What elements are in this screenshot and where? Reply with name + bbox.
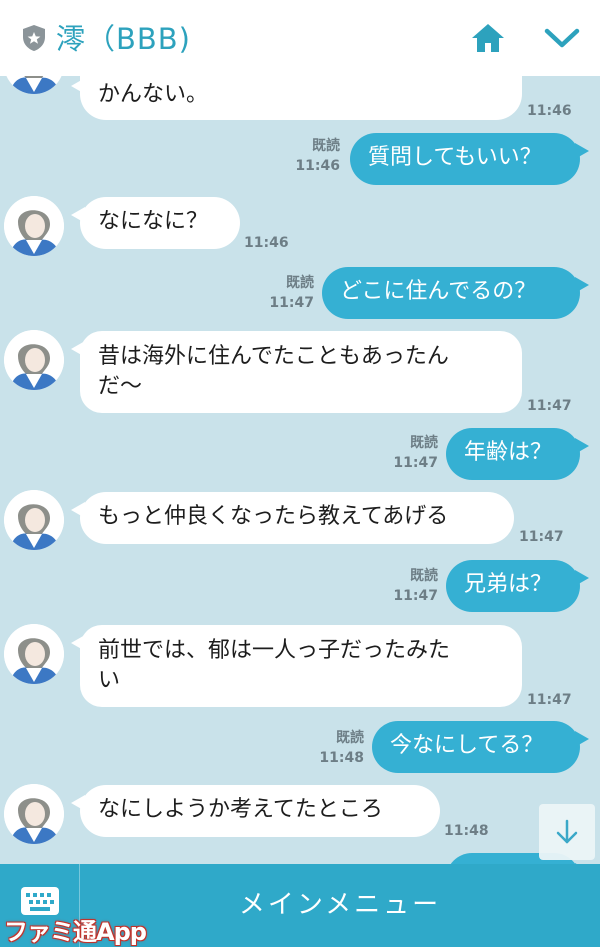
home-icon[interactable] bbox=[470, 20, 506, 56]
read-receipt: 既読 11:47 bbox=[393, 568, 438, 604]
message-time: 11:46 bbox=[244, 235, 289, 251]
avatar[interactable] bbox=[4, 624, 64, 684]
avatar[interactable] bbox=[4, 76, 64, 94]
message-line: 昔は海外に住んでたこともあったん bbox=[98, 344, 449, 369]
message-bubble[interactable]: 兄弟は？ bbox=[446, 560, 589, 612]
message-bubble[interactable]: 昔は海外に住んでたこともあったん だ〜 bbox=[71, 331, 522, 413]
chat-title[interactable]: 澪（BBB) bbox=[56, 16, 191, 58]
read-receipt: 既読 11:46 bbox=[295, 138, 340, 174]
avatar[interactable] bbox=[4, 196, 64, 256]
avatar[interactable] bbox=[4, 784, 64, 844]
message-time: 11:47 bbox=[527, 692, 572, 708]
chat-log[interactable]: かんない。 11:46 既読 11:46 質問してもいい？ なになに？ 11:46… bbox=[0, 76, 600, 864]
chevron-down-icon[interactable] bbox=[542, 22, 582, 54]
message-line: だ〜 bbox=[98, 374, 143, 399]
famitsu-app-watermark: ファミ通App bbox=[4, 918, 147, 946]
avatar[interactable] bbox=[4, 330, 64, 390]
message-time: 11:47 bbox=[519, 529, 564, 545]
message-line: い bbox=[98, 668, 121, 693]
message-bubble[interactable]: 年齢は？ bbox=[446, 428, 589, 480]
message-line: 前世では、郁は一人っ子だったみた bbox=[98, 638, 451, 663]
star-shield-icon bbox=[23, 25, 45, 51]
message-bubble[interactable]: 前世では、郁は一人っ子だったみた い bbox=[71, 625, 522, 707]
scroll-to-bottom-button[interactable] bbox=[539, 804, 595, 860]
message-bubble[interactable]: 今なにしてる？ bbox=[372, 721, 589, 773]
message-bubble[interactable]: かんない。 bbox=[71, 76, 522, 120]
main-menu-button[interactable]: メインメニュー bbox=[80, 864, 600, 947]
message-time: 11:46 bbox=[527, 103, 572, 119]
message-bubble[interactable]: なになに？ bbox=[71, 197, 240, 249]
read-receipt: 既読 11:47 bbox=[393, 435, 438, 471]
message-bubble[interactable]: 質問してもいい？ bbox=[350, 133, 589, 185]
chat-header: 澪（BBB) bbox=[0, 0, 600, 76]
message-bubble[interactable]: もっと仲良くなったら教えてあげる bbox=[71, 492, 514, 544]
avatar[interactable] bbox=[4, 490, 64, 550]
read-receipt: 既読 11:48 bbox=[319, 730, 364, 766]
message-time: 11:47 bbox=[527, 398, 572, 414]
arrow-down-icon bbox=[556, 819, 578, 844]
message-time: 11:48 bbox=[444, 823, 489, 839]
message-bubble[interactable]: なにしようか考えてたところ bbox=[71, 785, 440, 837]
message-bubble[interactable]: どこに住んでるの？ bbox=[322, 267, 589, 319]
read-receipt: 既読 11:47 bbox=[269, 275, 314, 311]
